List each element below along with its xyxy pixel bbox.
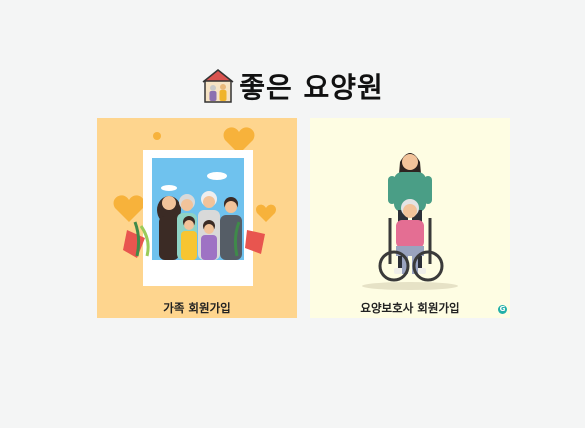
family-signup-label: 가족 회원가입 [163,301,231,315]
caregiver-signup-card[interactable]: 요양보호사 회원가입 G [310,118,510,318]
nursing-home-icon [202,69,234,103]
caregiver-signup-label: 요양보호사 회원가입 [360,301,460,315]
page-header: 좋은 요양원 [0,66,585,106]
page-title: 좋은 요양원 [239,71,384,104]
family-photo-illustration [113,127,277,286]
caregiver-wheelchair-illustration [362,153,458,290]
translate-badge-icon[interactable]: G [498,305,507,314]
family-signup-card[interactable]: 가족 회원가입 [97,118,297,318]
